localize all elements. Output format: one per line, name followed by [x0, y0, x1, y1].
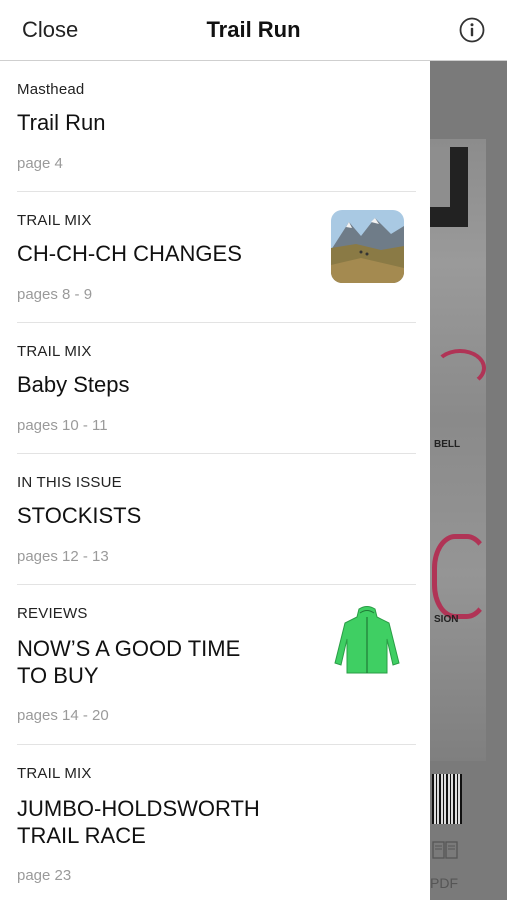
- entry-headline-line1: JUMBO-HOLDSWORTH: [17, 796, 260, 821]
- nav-bar: Close Trail Run: [0, 0, 507, 61]
- entry-section: IN THIS ISSUE: [17, 474, 122, 491]
- entry-section: REVIEWS: [17, 605, 88, 622]
- entry-pages: pages 14 - 20: [17, 707, 109, 724]
- magazine-cover-background: BELL SION PDF: [430, 61, 507, 900]
- toc-entry[interactable]: TRAIL MIX JUMBO-HOLDSWORTH TRAIL RACE pa…: [0, 745, 430, 900]
- entry-section: TRAIL MIX: [17, 212, 92, 229]
- info-icon[interactable]: [459, 17, 485, 43]
- entry-headline-line2: TO BUY: [17, 663, 99, 688]
- entry-pages: pages 10 - 11: [17, 417, 108, 434]
- green-jacket-thumbnail: [331, 603, 404, 676]
- toc-entry[interactable]: TRAIL MIX CH-CH-CH CHANGES pages 8 - 9: [0, 192, 430, 323]
- toc-entry[interactable]: TRAIL MIX Baby Steps pages 10 - 11: [0, 323, 430, 454]
- table-of-contents-panel: Masthead Trail Run page 4 TRAIL MIX CH-C…: [0, 61, 430, 900]
- book-icon[interactable]: [432, 841, 458, 859]
- entry-headline: Trail Run: [17, 110, 106, 135]
- entry-headline: STOCKISTS: [17, 503, 142, 528]
- toc-entry[interactable]: IN THIS ISSUE STOCKISTS pages 12 - 13: [0, 454, 430, 585]
- toc-entry[interactable]: Masthead Trail Run page 4: [0, 61, 430, 192]
- magazine-cover-image: BELL SION: [430, 139, 490, 824]
- entry-pages: page 23: [17, 867, 72, 884]
- toc-entry[interactable]: REVIEWS NOW’S A GOOD TIME TO BUY pages 1…: [0, 585, 430, 745]
- entry-pages: page 4: [17, 155, 63, 172]
- entry-headline-line2: TRAIL RACE: [17, 823, 146, 848]
- page-title: Trail Run: [206, 17, 301, 42]
- entry-headline: CH-CH-CH CHANGES: [17, 241, 242, 266]
- mountain-landscape-thumbnail: [331, 210, 404, 283]
- entry-headline-line1: NOW’S A GOOD TIME: [17, 636, 241, 661]
- entry-section: TRAIL MIX: [17, 343, 92, 360]
- entry-pages: pages 8 - 9: [17, 286, 93, 303]
- entry-section: TRAIL MIX: [17, 765, 92, 782]
- entry-section: Masthead: [17, 81, 85, 98]
- entry-pages: pages 12 - 13: [17, 548, 109, 565]
- entry-headline: Baby Steps: [17, 372, 130, 397]
- pdf-button-label[interactable]: PDF: [430, 875, 458, 891]
